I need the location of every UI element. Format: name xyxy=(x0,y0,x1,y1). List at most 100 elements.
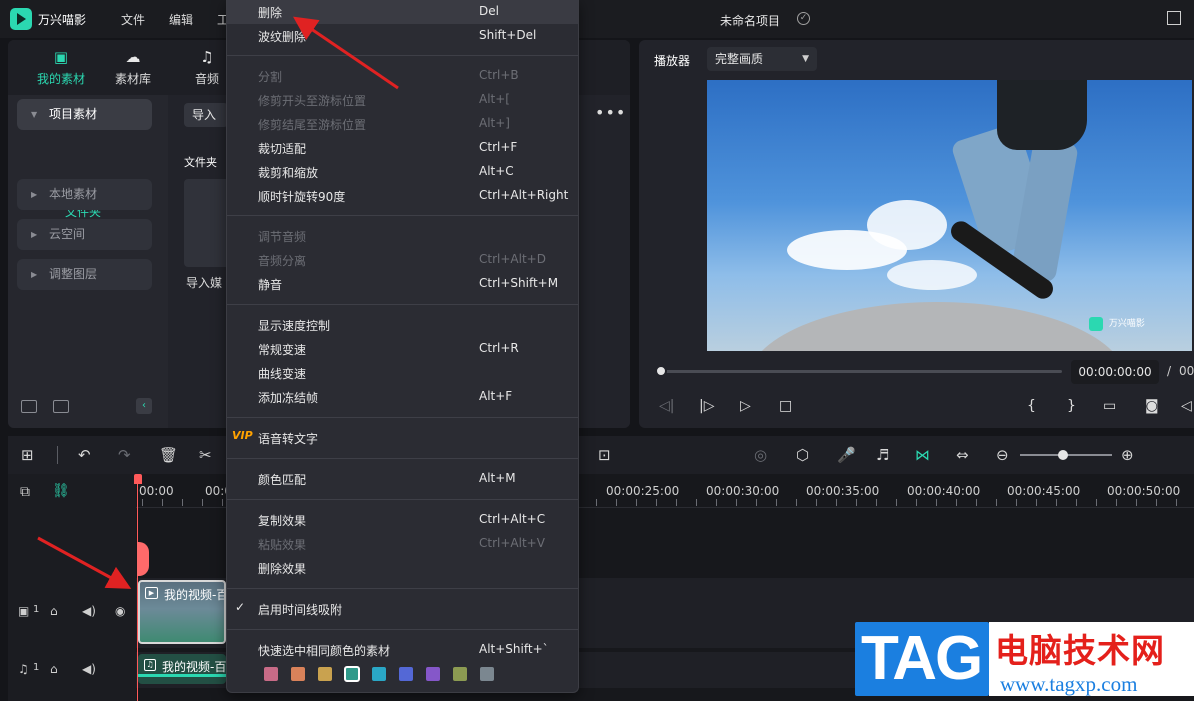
more-options-icon[interactable]: ••• xyxy=(595,103,626,122)
link-icon[interactable]: ⛓ xyxy=(52,483,70,499)
menu-item-trim-start: 修剪开头至游标位置 Alt+[ xyxy=(227,88,578,112)
menu-item-label: 波纹删除 xyxy=(258,30,307,44)
scrubber-handle[interactable] xyxy=(655,365,667,377)
menu-item-timeline-snap[interactable]: ✓ 启用时间线吸附 xyxy=(227,597,578,621)
menu-item-rotate-90[interactable]: 顺时针旋转90度 Ctrl+Alt+Right xyxy=(227,184,578,208)
display-icon[interactable]: ▭ xyxy=(1103,398,1116,414)
color-swatch[interactable] xyxy=(453,667,467,681)
folder-icon[interactable] xyxy=(53,400,69,413)
menu-item-uniform-speed[interactable]: 常规变速 Ctrl+R xyxy=(227,337,578,361)
color-swatch[interactable] xyxy=(344,666,360,682)
menu-separator xyxy=(227,304,578,305)
menu-item-shortcut: Ctrl+F xyxy=(479,140,518,154)
sidebar-item-local[interactable]: ▶ 本地素材 xyxy=(17,179,152,210)
playback-scrubber[interactable] xyxy=(662,370,1062,373)
menu-item-label: 音频分离 xyxy=(258,254,307,268)
menu-item-show-speed[interactable]: 显示速度控制 xyxy=(227,313,578,337)
snap-icon[interactable]: ⋈ xyxy=(915,446,930,464)
color-swatch[interactable] xyxy=(399,667,413,681)
ruler-label: 00:00:40:00 xyxy=(907,484,981,498)
speaker-icon[interactable]: ◀) xyxy=(82,662,96,676)
fit-timeline-icon[interactable]: ⇔ xyxy=(956,446,969,464)
menu-item-crop-zoom[interactable]: 裁剪和缩放 Alt+C xyxy=(227,160,578,184)
prev-frame-icon[interactable]: ◁| xyxy=(659,398,674,414)
collapse-sidebar-icon[interactable]: ‹ xyxy=(136,398,152,414)
cloud-shape xyxy=(887,260,977,290)
playhead[interactable] xyxy=(134,474,149,701)
menu-item-speech-to-text[interactable]: VIP 语音转文字 xyxy=(227,426,578,450)
play-icon[interactable]: ▷ xyxy=(740,398,751,414)
cut-icon[interactable]: ✂ xyxy=(199,446,212,464)
tab-label: 我的素材 xyxy=(36,72,85,86)
zoom-out-icon[interactable]: ⊖ xyxy=(996,446,1009,464)
sidebar-item-label: 调整图层 xyxy=(49,267,98,281)
folder-header: 文件夹 xyxy=(184,156,217,169)
mark-in-icon[interactable]: { xyxy=(1027,398,1036,414)
menu-item-select-same-color[interactable]: 快速选中相同颜色的素材 Alt+Shift+` xyxy=(227,638,578,662)
audio-track-icon[interactable]: ♬ xyxy=(876,446,889,464)
sidebar-item-adjust-layer[interactable]: ▶ 调整图层 xyxy=(17,259,152,290)
menu-item-label: 静音 xyxy=(258,278,283,292)
crop-icon[interactable]: ⊡ xyxy=(598,446,611,464)
menu-item-speed-ramp[interactable]: 曲线变速 xyxy=(227,361,578,385)
microphone-icon[interactable]: 🎤 xyxy=(837,446,856,464)
zoom-in-icon[interactable]: ⊕ xyxy=(1121,446,1134,464)
menu-edit[interactable]: 编辑 xyxy=(169,11,193,28)
menu-item-delete[interactable]: 删除 Del xyxy=(227,0,578,24)
snapshot-icon[interactable]: ◙ xyxy=(1145,398,1159,414)
color-swatch[interactable] xyxy=(480,667,494,681)
menu-item-crop-fit[interactable]: 裁切适配 Ctrl+F xyxy=(227,136,578,160)
maximize-window-icon[interactable] xyxy=(1167,11,1181,25)
speaker-icon[interactable]: ◀) xyxy=(82,604,96,618)
audio-clip[interactable]: ♫ 我的视频-百 xyxy=(138,654,226,684)
menu-item-ripple-delete[interactable]: 波纹删除 Shift+Del xyxy=(227,24,578,48)
color-swatch[interactable] xyxy=(318,667,332,681)
playhead-handle[interactable] xyxy=(137,542,149,576)
undo-icon[interactable]: ↶ xyxy=(78,446,91,464)
color-swatch[interactable] xyxy=(426,667,440,681)
current-timecode: 00:00:00:00 xyxy=(1071,360,1159,384)
lock-icon[interactable]: ⌂ xyxy=(50,662,58,676)
menu-item-label: 颜色匹配 xyxy=(258,473,307,487)
menu-item-remove-effects[interactable]: 删除效果 xyxy=(227,556,578,580)
quality-select[interactable]: 完整画质 ▼ xyxy=(707,47,817,71)
render-icon[interactable]: ◎ xyxy=(754,446,767,464)
layout-grid-icon[interactable]: ⊞ xyxy=(21,446,34,464)
video-clip[interactable]: ▶ 我的视频-百 xyxy=(138,580,226,644)
menu-item-mute[interactable]: 静音 Ctrl+Shift+M xyxy=(227,272,578,296)
color-swatch[interactable] xyxy=(291,667,305,681)
ruler-tick xyxy=(696,499,697,506)
audio-track-number: 1 xyxy=(33,662,40,673)
menu-item-freeze-frame[interactable]: 添加冻结帧 Alt+F xyxy=(227,385,578,409)
ruler-tick xyxy=(736,499,737,506)
import-button[interactable]: 导入 xyxy=(184,103,228,127)
ruler-tick xyxy=(776,499,777,506)
media-icon: ▣ xyxy=(53,48,69,66)
volume-icon[interactable]: ◁ xyxy=(1181,398,1192,414)
menu-file[interactable]: 文件 xyxy=(121,11,145,28)
zoom-slider-handle[interactable] xyxy=(1058,450,1068,460)
color-swatch[interactable] xyxy=(264,667,278,681)
sidebar-item-project-media[interactable]: ▼ 项目素材 xyxy=(17,99,152,130)
ruler-tick xyxy=(1096,499,1097,506)
menu-item-shortcut: Ctrl+Alt+Right xyxy=(479,188,569,202)
sidebar-item-cloud[interactable]: ▶ 云空间 xyxy=(17,219,152,250)
add-track-icon[interactable]: ⧉ xyxy=(20,484,30,500)
stop-icon[interactable]: □ xyxy=(779,398,792,414)
redo-icon[interactable]: ↷ xyxy=(118,446,131,464)
marker-icon[interactable]: ⬡ xyxy=(796,446,809,464)
eye-icon[interactable]: ◉ xyxy=(115,604,125,618)
mark-out-icon[interactable]: } xyxy=(1067,398,1076,414)
tab-my-media[interactable]: ▣ 我的素材 xyxy=(26,48,96,87)
delete-icon[interactable]: 🗑 xyxy=(159,446,178,464)
tab-library[interactable]: ☁ 素材库 xyxy=(98,48,168,87)
color-swatch[interactable] xyxy=(372,667,386,681)
menu-item-copy-effects[interactable]: 复制效果 Ctrl+Alt+C xyxy=(227,508,578,532)
sidebar-item-label: 本地素材 xyxy=(49,187,98,201)
menu-item-color-match[interactable]: 颜色匹配 Alt+M xyxy=(227,467,578,491)
step-back-icon[interactable]: |▷ xyxy=(699,398,714,414)
playhead-top[interactable] xyxy=(134,474,142,484)
lock-icon[interactable]: ⌂ xyxy=(50,604,58,618)
new-folder-icon[interactable] xyxy=(21,400,37,413)
music-note-icon: ♫ xyxy=(200,48,214,66)
